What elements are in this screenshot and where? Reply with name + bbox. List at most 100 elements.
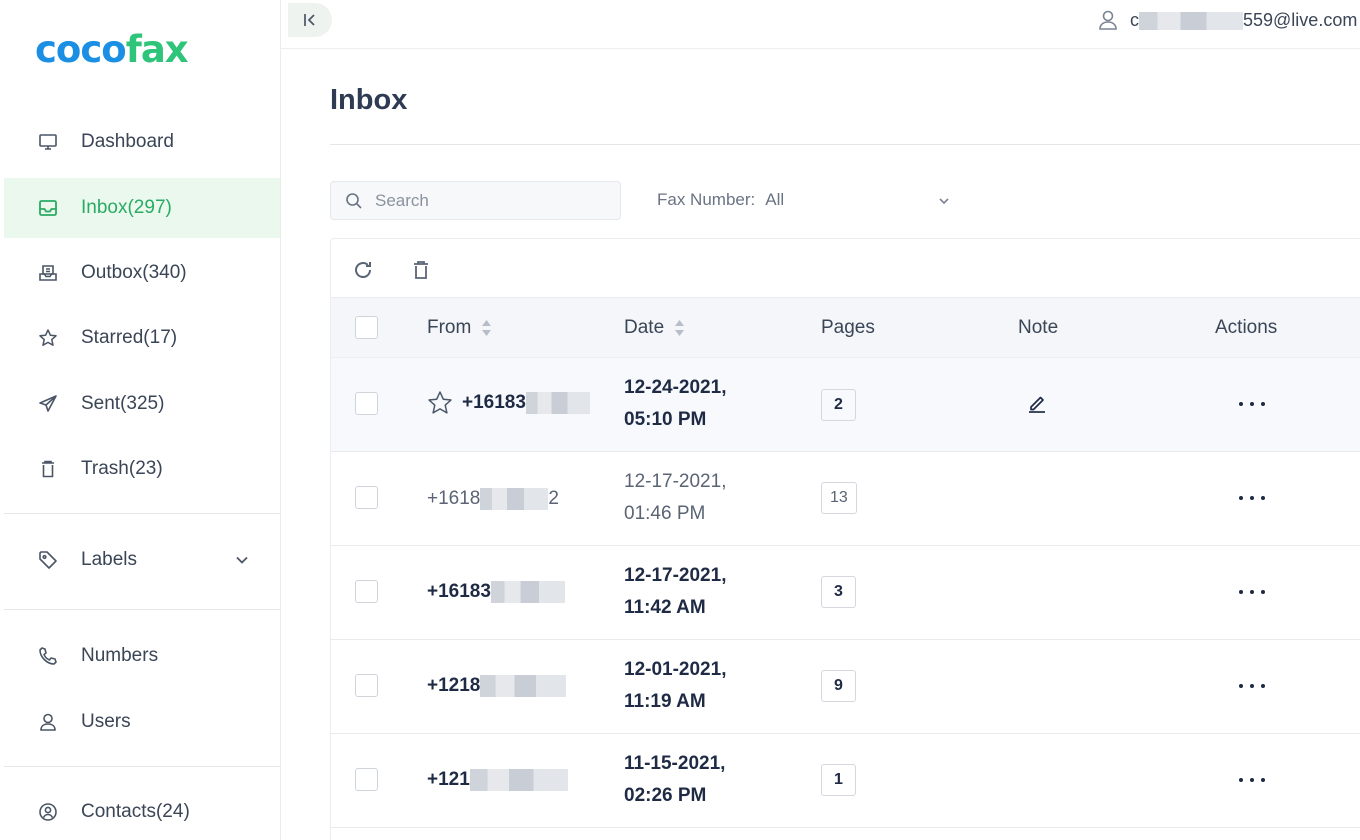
- sidebar-divider: [4, 766, 280, 767]
- trash-icon: [38, 459, 58, 479]
- from-number: +16183: [427, 581, 491, 602]
- time-text: 02:26 PM: [624, 785, 707, 806]
- sidebar-item-label: Sent(325): [81, 393, 165, 414]
- sidebar-item-dashboard[interactable]: Dashboard: [4, 112, 280, 172]
- from-number: +16183: [462, 392, 526, 413]
- row-checkbox[interactable]: [355, 392, 378, 415]
- edit-note-icon[interactable]: [1026, 392, 1048, 414]
- trash-icon: [414, 261, 428, 279]
- row-checkbox[interactable]: [355, 486, 378, 509]
- pages-badge: 13: [821, 482, 857, 514]
- title-divider: [330, 144, 1360, 145]
- row-actions-menu[interactable]: [1239, 488, 1265, 508]
- contact-circle-icon: [38, 802, 58, 822]
- pages-badge: 3: [821, 576, 856, 608]
- sidebar-item-users[interactable]: Users: [4, 692, 280, 752]
- fax-number-label: Fax Number:: [657, 190, 756, 209]
- pages-badge: 2: [821, 389, 856, 421]
- sidebar-item-starred[interactable]: Starred(17): [4, 308, 280, 368]
- column-label: Actions: [1215, 317, 1278, 338]
- refresh-button[interactable]: [350, 257, 376, 283]
- chevron-down-icon[interactable]: [234, 552, 250, 573]
- date-text: 12-17-2021,: [624, 471, 727, 492]
- delete-button[interactable]: [408, 257, 434, 283]
- column-label: From: [427, 317, 472, 338]
- row-checkbox[interactable]: [355, 674, 378, 697]
- row-checkbox[interactable]: [355, 768, 378, 791]
- date-text: 12-01-2021,: [624, 659, 727, 680]
- sidebar-item-contacts[interactable]: Contacts(24): [4, 782, 280, 840]
- user-account-icon: [1099, 10, 1117, 30]
- tag-icon: [38, 550, 58, 570]
- collapse-left-icon: [304, 14, 315, 26]
- sidebar-item-outbox[interactable]: Outbox(340): [4, 243, 280, 303]
- number-redacted-blur: [469, 769, 568, 791]
- date-text: 11-15-2021,: [624, 753, 726, 774]
- sidebar-item-label: Outbox(340): [81, 262, 187, 283]
- sidebar-item-label: Dashboard: [81, 131, 174, 152]
- pages-badge: 9: [821, 670, 856, 702]
- from-cell: +1618 2: [427, 488, 559, 510]
- sidebar-item-numbers[interactable]: Numbers: [4, 626, 280, 686]
- from-cell: +16183: [426, 389, 590, 417]
- sidebar: cocofax Dashboard Inbox(297) Outbox(340)…: [0, 0, 281, 840]
- sort-icon[interactable]: [481, 319, 492, 337]
- time-text: 05:10 PM: [624, 409, 707, 430]
- outbox-icon: [38, 263, 58, 283]
- column-label: Note: [1018, 317, 1059, 338]
- number-redacted-blur: [525, 392, 590, 414]
- monitor-icon: [38, 132, 58, 152]
- sidebar-item-label: Users: [81, 711, 131, 732]
- inbox-icon: [38, 198, 58, 218]
- from-number: +1618: [427, 488, 481, 509]
- sidebar-item-trash[interactable]: Trash(23): [4, 439, 280, 499]
- from-number: +1218: [427, 675, 481, 696]
- sidebar-divider: [4, 609, 280, 610]
- page-title: Inbox: [330, 84, 408, 116]
- cocofax-logo[interactable]: cocofax: [35, 28, 189, 71]
- email-suffix: 559@live.com: [1243, 9, 1358, 30]
- collapse-sidebar-button[interactable]: [288, 3, 332, 37]
- search-icon: [346, 192, 362, 209]
- email-redacted-blur: [1139, 11, 1243, 30]
- row-actions-menu[interactable]: [1239, 676, 1265, 696]
- sidebar-divider: [4, 513, 280, 514]
- user-account[interactable]: c 559@live.com: [1096, 6, 1357, 34]
- column-header-date[interactable]: Date: [624, 317, 685, 339]
- column-label: Pages: [821, 317, 875, 338]
- select-all-checkbox[interactable]: [355, 316, 378, 339]
- search-box[interactable]: [330, 181, 621, 220]
- row-checkbox[interactable]: [355, 580, 378, 603]
- from-cell: +1218: [427, 675, 567, 697]
- sidebar-item-sent[interactable]: Sent(325): [4, 374, 280, 434]
- fax-number-value: All: [765, 190, 785, 209]
- number-redacted-blur: [480, 675, 567, 697]
- star-outline-icon[interactable]: [426, 389, 454, 417]
- from-cell: +16183: [427, 581, 565, 603]
- date-cell: 12-17-2021, 01:46 PM: [624, 466, 726, 530]
- time-text: 11:19 AM: [624, 691, 706, 712]
- sidebar-item-label: Trash(23): [81, 458, 163, 479]
- from-number: +121: [427, 769, 470, 790]
- sidebar-item-labels[interactable]: Labels: [4, 530, 280, 590]
- column-header-actions: Actions: [1215, 317, 1277, 339]
- sidebar-item-inbox[interactable]: Inbox(297): [4, 178, 280, 238]
- fax-number-filter[interactable]: Fax Number: All: [657, 190, 949, 210]
- sort-icon[interactable]: [674, 319, 685, 337]
- number-redacted-blur: [490, 581, 565, 603]
- phone-icon: [38, 646, 58, 666]
- date-text: 12-17-2021,: [624, 565, 727, 586]
- row-actions-menu[interactable]: [1239, 582, 1265, 602]
- star-icon: [38, 328, 58, 348]
- date-cell: 12-17-2021, 11:42 AM: [624, 560, 726, 624]
- column-label: Date: [624, 317, 665, 338]
- search-input[interactable]: [375, 190, 595, 211]
- logo-text-fax: fax: [125, 28, 189, 71]
- column-header-from[interactable]: From: [427, 317, 492, 339]
- number-redacted-blur: [480, 488, 549, 510]
- row-actions-menu[interactable]: [1239, 394, 1265, 414]
- chevron-down-icon[interactable]: [937, 193, 951, 213]
- sidebar-item-label: Numbers: [81, 645, 159, 666]
- row-actions-menu[interactable]: [1239, 770, 1265, 790]
- from-number-tail: 2: [548, 488, 559, 509]
